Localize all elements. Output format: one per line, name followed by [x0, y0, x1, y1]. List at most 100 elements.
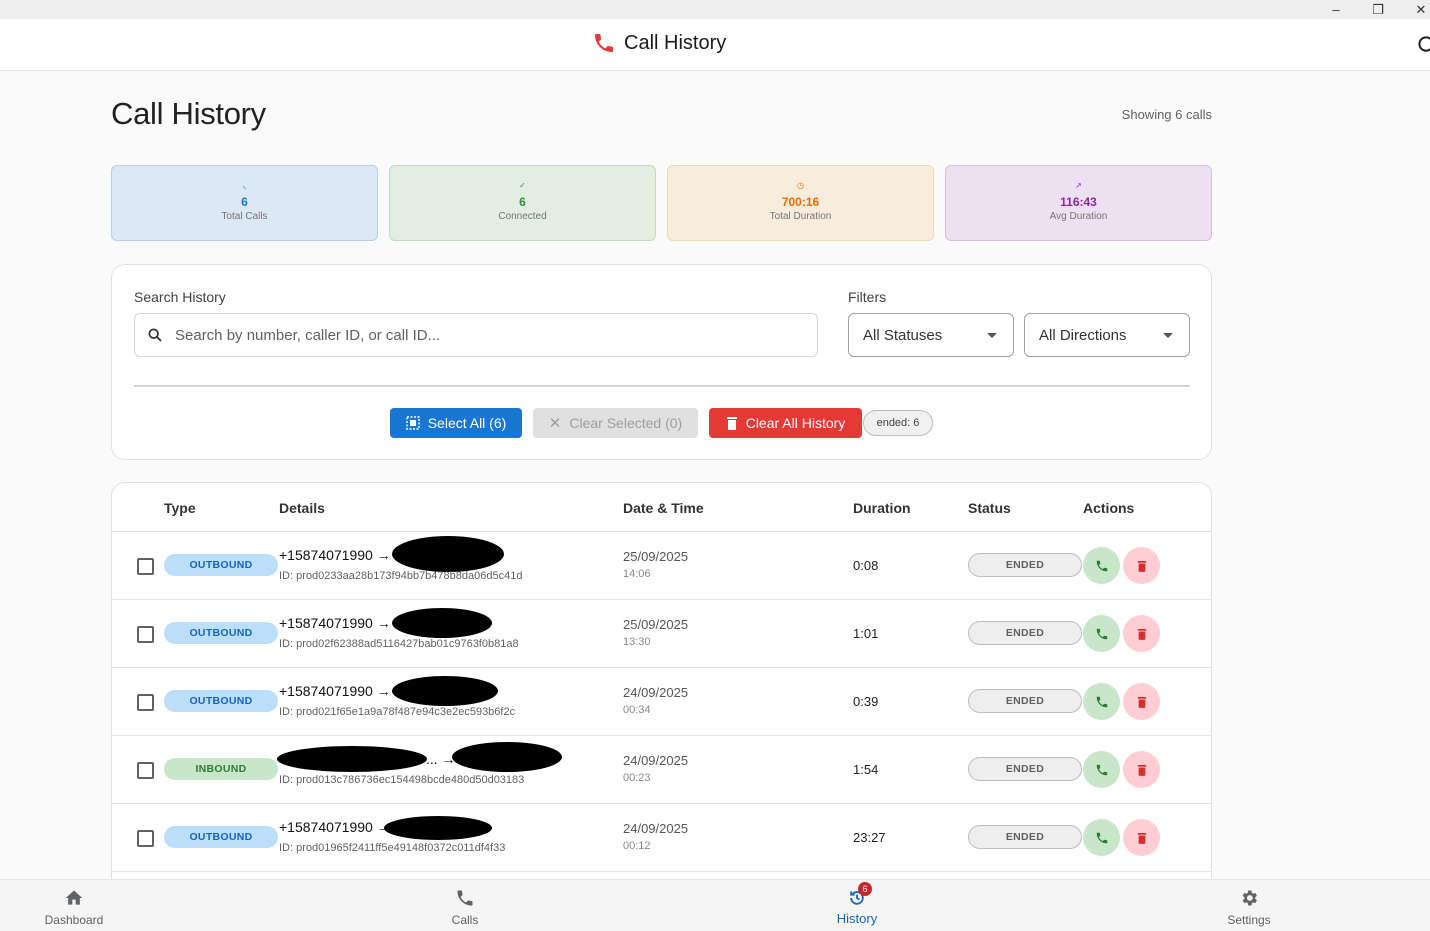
window-title-bar: – ❐ ✕	[0, 0, 1430, 19]
call-number: ... →	[426, 751, 456, 767]
call-id: ID: prod02f62388ad5116427bab01c9763f0b81…	[279, 638, 519, 650]
status-badge: ENDED	[968, 825, 1082, 849]
refresh-icon[interactable]	[1416, 34, 1430, 54]
direction-filter-value: All Directions	[1039, 327, 1127, 344]
delete-call-button[interactable]	[1123, 819, 1160, 856]
call-back-button[interactable]	[1083, 751, 1120, 788]
delete-call-button[interactable]	[1123, 751, 1160, 788]
call-back-button[interactable]	[1083, 819, 1120, 856]
direction-badge: INBOUND	[164, 758, 278, 780]
call-duration: 1:01	[853, 626, 879, 641]
call-number: +15874071990 →	[279, 683, 391, 699]
call-duration: 0:08	[853, 558, 879, 573]
filters-label: Filters	[848, 289, 887, 305]
status-filter-select[interactable]: All Statuses	[848, 313, 1014, 357]
direction-badge: OUTBOUND	[164, 554, 278, 576]
column-header-datetime: Date & Time	[623, 500, 704, 516]
table-row[interactable]: OUTBOUND +15874071990 → ID: prod01965f24…	[112, 804, 1211, 872]
call-back-button[interactable]	[1083, 615, 1120, 652]
trash-icon	[1137, 628, 1146, 640]
delete-call-button[interactable]	[1123, 547, 1160, 584]
nav-settings[interactable]: Settings	[1189, 880, 1309, 931]
column-header-duration: Duration	[853, 500, 911, 516]
delete-call-button[interactable]	[1123, 683, 1160, 720]
direction-badge: OUTBOUND	[164, 826, 278, 848]
maximize-button[interactable]: ❐	[1367, 0, 1389, 19]
call-duration: 23:27	[853, 830, 886, 845]
call-date: 25/09/2025	[623, 617, 689, 632]
history-table: Type Details Date & Time Duration Status…	[111, 482, 1212, 902]
stat-label: Total Duration	[769, 211, 832, 222]
stat-avg-duration: ↗ 116:43 Avg Duration	[945, 165, 1212, 241]
redacted-number	[277, 746, 427, 772]
call-date: 24/09/2025	[623, 685, 689, 700]
call-number: +15874071990 →	[279, 547, 391, 563]
table-row[interactable]: INBOUND ... → ID: prod013c786736ec154498…	[112, 736, 1211, 804]
nav-dashboard[interactable]: Dashboard	[14, 880, 134, 931]
call-back-button[interactable]	[1083, 683, 1120, 720]
gear-icon	[1242, 890, 1257, 906]
minimize-button[interactable]: –	[1325, 0, 1347, 19]
table-row[interactable]: OUTBOUND +15874071990 → ID: prod021f65e1…	[112, 668, 1211, 736]
column-header-status: Status	[968, 500, 1011, 516]
header-title: Call History	[624, 31, 727, 54]
table-row[interactable]: OUTBOUND +15874071990 → ID: prod02f62388…	[112, 600, 1211, 668]
column-header-details: Details	[279, 500, 325, 516]
status-badge: ENDED	[968, 621, 1082, 645]
clear-selected-button[interactable]: ✕ Clear Selected (0)	[533, 408, 698, 438]
phone-hangup-icon	[595, 34, 613, 52]
nav-label: Calls	[451, 913, 479, 927]
stat-value: 700:16	[781, 195, 820, 209]
row-checkbox[interactable]	[137, 558, 154, 575]
row-checkbox[interactable]	[137, 762, 154, 779]
phone-icon	[1096, 832, 1107, 843]
divider	[134, 385, 1190, 387]
search-input[interactable]	[175, 324, 795, 346]
call-id: ID: prod021f65e1a9a78f487e94c3e2ec593b6f…	[279, 706, 516, 718]
call-date: 24/09/2025	[623, 821, 689, 836]
table-row[interactable]: OUTBOUND +15874071990 → ID: prod0233aa28…	[112, 532, 1211, 600]
redacted-number	[384, 816, 492, 840]
column-header-actions: Actions	[1083, 500, 1135, 516]
delete-call-button[interactable]	[1123, 615, 1160, 652]
nav-history[interactable]: History	[797, 880, 917, 931]
call-back-button[interactable]	[1083, 547, 1120, 584]
nav-label: Dashboard	[44, 913, 104, 927]
home-icon	[65, 890, 83, 905]
nav-calls[interactable]: Calls	[405, 880, 525, 931]
select-all-button[interactable]: Select All (6)	[390, 408, 522, 438]
history-count-badge: 6	[858, 882, 872, 896]
bottom-navigation: Dashboard Calls History Settings	[0, 879, 1430, 931]
clear-selected-label: Clear Selected (0)	[569, 415, 683, 431]
call-time: 14:06	[623, 568, 651, 580]
trash-icon	[1137, 832, 1146, 844]
stat-label: Connected	[498, 211, 547, 222]
close-window-button[interactable]: ✕	[1410, 0, 1430, 19]
row-checkbox[interactable]	[137, 694, 154, 711]
call-time: 00:12	[623, 840, 651, 852]
direction-badge: OUTBOUND	[164, 690, 278, 712]
trash-icon	[726, 417, 737, 430]
call-number: +15874071990 →	[279, 819, 391, 835]
row-checkbox[interactable]	[137, 830, 154, 847]
clear-all-history-button[interactable]: Clear All History	[709, 408, 862, 438]
call-id: ID: prod01965f2411ff5e49148f0372c011df4f…	[279, 842, 506, 854]
redacted-number	[392, 608, 492, 638]
search-label: Search History	[134, 289, 226, 305]
nav-label: History	[836, 911, 878, 926]
stat-total-duration: ◷ 700:16 Total Duration	[667, 165, 934, 241]
direction-filter-select[interactable]: All Directions	[1024, 313, 1190, 357]
dropdown-arrow-icon	[987, 333, 997, 338]
direction-badge: OUTBOUND	[164, 622, 278, 644]
stat-value: 116:43	[1060, 195, 1097, 209]
phone-icon	[1096, 560, 1107, 571]
row-checkbox[interactable]	[137, 626, 154, 643]
stat-total-calls: ◟ 6 Total Calls	[111, 165, 378, 241]
call-date: 25/09/2025	[623, 549, 689, 564]
call-time: 00:23	[623, 772, 651, 784]
call-date: 24/09/2025	[623, 753, 689, 768]
trash-icon	[1137, 560, 1146, 572]
header-title-group: Call History	[592, 31, 726, 55]
search-box[interactable]	[134, 313, 818, 357]
column-header-type: Type	[164, 500, 196, 516]
